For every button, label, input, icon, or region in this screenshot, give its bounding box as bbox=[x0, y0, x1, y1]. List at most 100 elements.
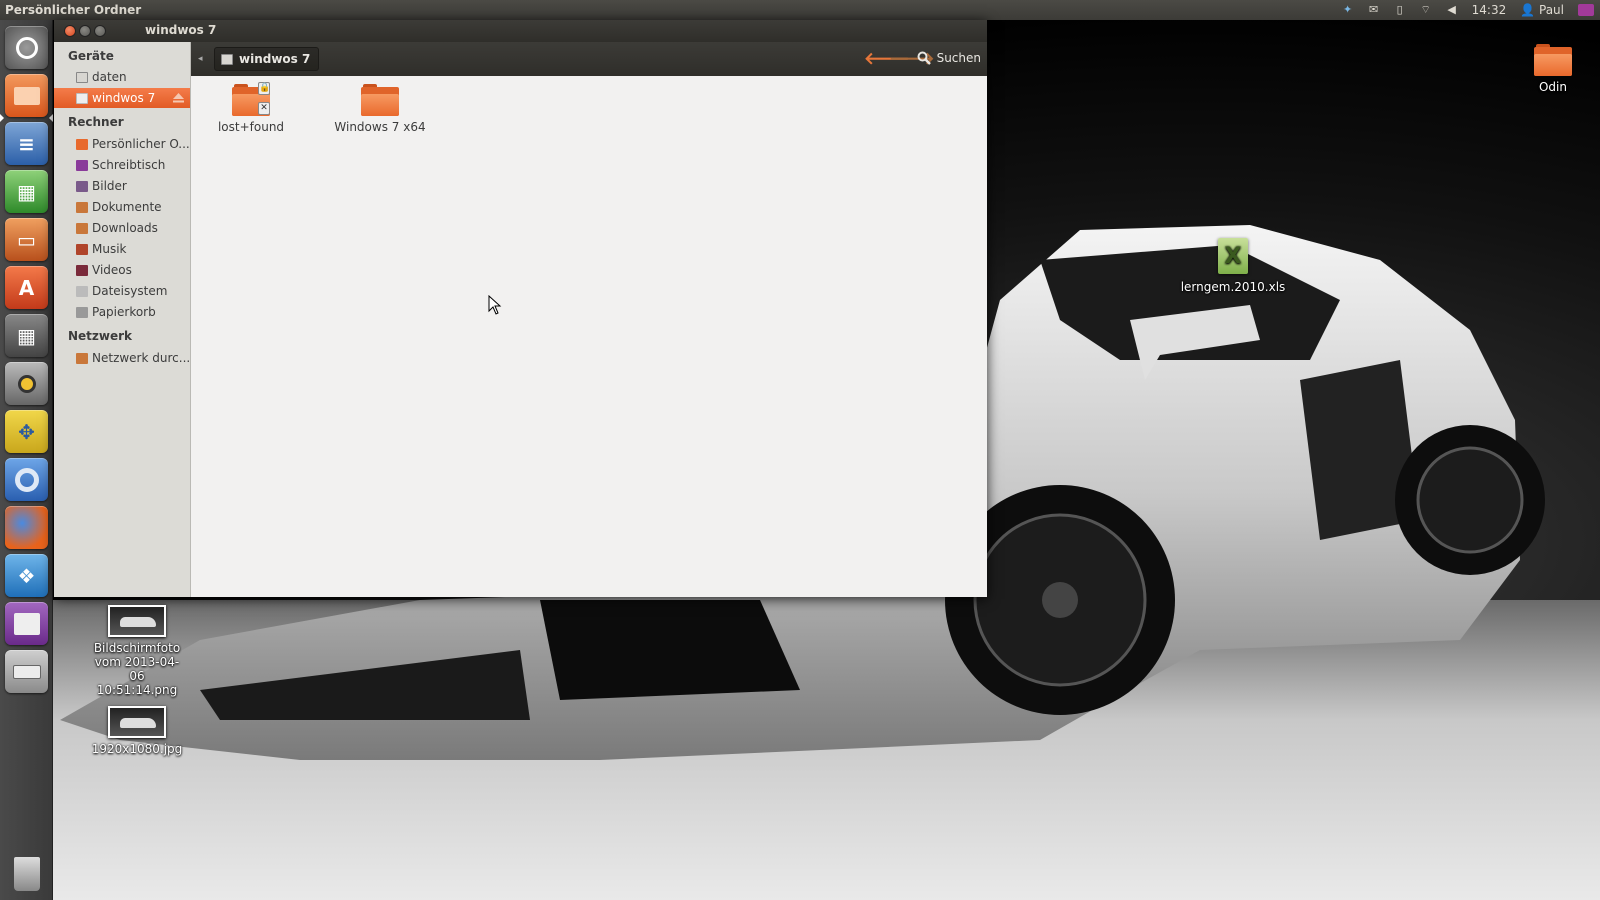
home-icon bbox=[76, 138, 88, 150]
firefox-button[interactable] bbox=[5, 506, 48, 549]
sidebar-item-label: Bilder bbox=[92, 179, 127, 193]
maximize-button[interactable] bbox=[94, 25, 106, 37]
sidebar-item-videos[interactable]: Videos bbox=[54, 260, 190, 280]
desktop-icon-odin[interactable]: Odin bbox=[1534, 44, 1572, 94]
spreadsheet-file-icon: X bbox=[1218, 238, 1248, 274]
folder-locked-icon: 🔒 ✕ bbox=[232, 82, 271, 116]
filesystem-icon bbox=[76, 285, 88, 297]
rhythmbox-button[interactable] bbox=[5, 362, 48, 405]
calculator-button[interactable]: ▦ bbox=[5, 314, 48, 357]
dropbox-icon: ❖ bbox=[17, 563, 36, 588]
breadcrumb-scroll-left-icon[interactable]: ◂ bbox=[198, 54, 203, 64]
sidebar-item-label: Dateisystem bbox=[92, 284, 168, 298]
desktop-icon-screenshot[interactable]: Bildschirmfoto vom 2013-04-06 10:51:14.p… bbox=[91, 605, 183, 697]
eject-icon[interactable] bbox=[173, 93, 184, 103]
launcher: ≡ ▦ ▭ A ▦ ✥ ❖ bbox=[0, 20, 53, 900]
mail-icon[interactable]: ✉ bbox=[1368, 4, 1380, 16]
mouse-cursor-icon bbox=[488, 295, 502, 315]
file-label: lost+found bbox=[217, 120, 285, 134]
network-icon bbox=[76, 352, 88, 364]
workspace-switcher-button[interactable]: ✥ bbox=[5, 410, 48, 453]
clock[interactable]: 14:32 bbox=[1472, 3, 1507, 17]
desktop-icon bbox=[76, 159, 88, 171]
desktop-icon-jpg[interactable]: 1920x1080.jpg bbox=[91, 706, 183, 756]
dropbox-tray-icon[interactable]: ✦ bbox=[1342, 4, 1354, 16]
folder-icon bbox=[361, 84, 399, 116]
sidebar-item-label: Dokumente bbox=[92, 200, 162, 214]
drive-icon bbox=[76, 92, 88, 104]
sidebar-item-network[interactable]: Netzwerk durc... bbox=[54, 348, 190, 368]
file-manager-window: windwos 7 Geräte daten windwos 7 Rechner… bbox=[54, 20, 987, 597]
search-button[interactable]: Suchen bbox=[917, 51, 981, 65]
minimize-button[interactable] bbox=[79, 25, 91, 37]
volume-icon[interactable]: ◀ bbox=[1446, 4, 1458, 16]
sidebar-item-label: windwos 7 bbox=[92, 91, 156, 105]
file-view[interactable]: 🔒 ✕ lost+found Windows 7 x64 bbox=[191, 76, 987, 597]
active-app-title: Persönlicher Ordner bbox=[5, 3, 142, 17]
file-item-windows-7-x64[interactable]: Windows 7 x64 bbox=[325, 84, 435, 134]
trash-icon bbox=[76, 306, 88, 318]
libreoffice-impress-icon: ▭ bbox=[17, 227, 36, 252]
sidebar-item-filesystem[interactable]: Dateisystem bbox=[54, 281, 190, 301]
window-titlebar[interactable]: windwos 7 bbox=[54, 20, 987, 42]
desktop-icon-label: 1920x1080.jpg bbox=[91, 742, 183, 756]
dash-home-button[interactable] bbox=[5, 26, 48, 69]
location-toolbar: ◂ windwos 7 🡐 🡒 Suchen bbox=[191, 42, 987, 76]
writer-launcher-button[interactable]: ≡ bbox=[5, 122, 48, 165]
sidebar-heading-network: Netzwerk bbox=[68, 329, 133, 343]
breadcrumb[interactable]: windwos 7 bbox=[214, 47, 320, 71]
sidebar-item-desktop[interactable]: Schreibtisch bbox=[54, 155, 190, 175]
chromium-icon bbox=[14, 467, 39, 492]
user-icon: 👤 bbox=[1520, 3, 1536, 17]
sidebar-item-trash[interactable]: Papierkorb bbox=[54, 302, 190, 322]
sidebar-item-music[interactable]: Musik bbox=[54, 239, 190, 259]
drive-icon bbox=[221, 53, 233, 65]
wifi-icon[interactable]: ⌔ bbox=[1420, 4, 1432, 16]
close-button[interactable] bbox=[64, 25, 76, 37]
desktop-icon-label-line2: vom 2013-04-06 bbox=[94, 655, 180, 683]
user-menu[interactable]: 👤 Paul bbox=[1520, 3, 1564, 17]
file-item-lost-found[interactable]: 🔒 ✕ lost+found bbox=[196, 82, 306, 134]
battery-icon[interactable]: ▯ bbox=[1394, 4, 1406, 16]
user-name: Paul bbox=[1539, 3, 1564, 17]
sidebar-item-downloads[interactable]: Downloads bbox=[54, 218, 190, 238]
software-center-button[interactable]: A bbox=[5, 266, 48, 309]
folder-icon bbox=[13, 86, 40, 105]
system-tray: ✦ ✉ ▯ ⌔ ◀ 14:32 👤 Paul bbox=[1342, 0, 1594, 20]
window-icon bbox=[13, 612, 40, 635]
lock-emblem-icon: 🔒 bbox=[258, 82, 271, 95]
desktop-icon-xls[interactable]: X lerngem.2010.xls bbox=[1181, 238, 1285, 294]
dropbox-button[interactable]: ❖ bbox=[5, 554, 48, 597]
desktop-icon-label: Odin bbox=[1538, 80, 1567, 94]
sidebar-item-pictures[interactable]: Bilder bbox=[54, 176, 190, 196]
sidebar-item-label: Videos bbox=[92, 263, 132, 277]
calc-launcher-button[interactable]: ▦ bbox=[5, 170, 48, 213]
sidebar-item-label: Schreibtisch bbox=[92, 158, 166, 172]
active-indicator bbox=[0, 114, 4, 122]
desktop-icon-label-line3: 10:51:14.png bbox=[96, 683, 178, 697]
sidebar-item-label: Netzwerk durc... bbox=[92, 351, 190, 365]
drive-button[interactable] bbox=[5, 650, 48, 693]
trash-icon bbox=[13, 856, 40, 891]
files-launcher-button[interactable] bbox=[5, 74, 48, 117]
music-icon bbox=[76, 243, 88, 255]
chromium-button[interactable] bbox=[5, 458, 48, 501]
sidebar-item-label: Papierkorb bbox=[92, 305, 156, 319]
window-controls bbox=[64, 25, 106, 37]
drive-icon bbox=[76, 71, 88, 83]
sidebar-item-home[interactable]: Persönlicher O... bbox=[54, 134, 190, 154]
window-title: windwos 7 bbox=[145, 23, 217, 37]
sidebar-item-documents[interactable]: Dokumente bbox=[54, 197, 190, 217]
documents-icon bbox=[76, 201, 88, 213]
image-thumbnail-icon bbox=[108, 605, 166, 637]
sidebar-item-daten[interactable]: daten bbox=[54, 67, 190, 87]
session-icon[interactable] bbox=[1578, 4, 1594, 16]
sidebar-item-label: Downloads bbox=[92, 221, 158, 235]
search-icon bbox=[917, 51, 931, 65]
workspaces-button[interactable] bbox=[5, 602, 48, 645]
impress-launcher-button[interactable]: ▭ bbox=[5, 218, 48, 261]
calculator-icon: ▦ bbox=[17, 323, 36, 348]
trash-button[interactable] bbox=[5, 852, 48, 895]
sidebar-item-windwos-7[interactable]: windwos 7 bbox=[54, 88, 190, 108]
hard-drive-icon bbox=[12, 664, 41, 679]
